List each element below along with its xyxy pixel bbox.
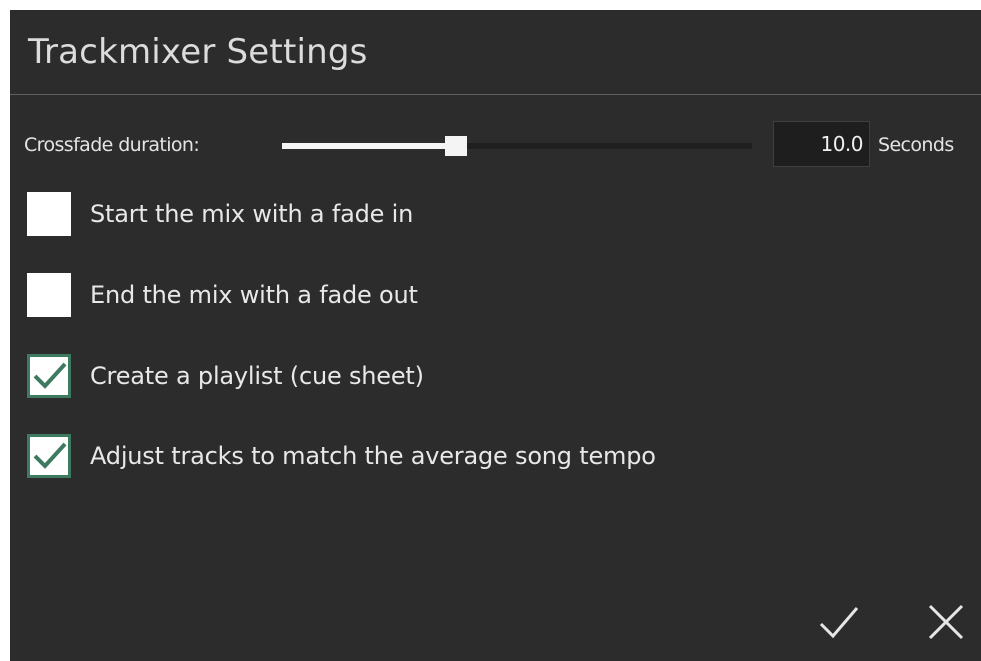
fade-out-label: End the mix with a fade out bbox=[90, 281, 418, 309]
option-create-playlist[interactable]: Create a playlist (cue sheet) bbox=[27, 354, 424, 398]
adjust-tempo-label: Adjust tracks to match the average song … bbox=[90, 442, 656, 470]
check-mark-icon bbox=[33, 442, 67, 469]
fade-in-checkbox[interactable] bbox=[27, 192, 71, 236]
title-divider bbox=[10, 94, 981, 95]
cancel-button[interactable] bbox=[922, 598, 970, 646]
close-icon bbox=[928, 604, 964, 640]
confirm-button[interactable] bbox=[815, 598, 863, 646]
option-adjust-tempo[interactable]: Adjust tracks to match the average song … bbox=[27, 434, 656, 478]
crossfade-slider[interactable] bbox=[282, 132, 752, 160]
check-mark-icon bbox=[33, 362, 67, 389]
fade-out-checkbox[interactable] bbox=[27, 273, 71, 317]
slider-fill bbox=[282, 143, 451, 149]
create-playlist-checkbox[interactable] bbox=[27, 354, 71, 398]
fade-in-label: Start the mix with a fade in bbox=[90, 200, 414, 228]
create-playlist-label: Create a playlist (cue sheet) bbox=[90, 362, 424, 390]
option-fade-out[interactable]: End the mix with a fade out bbox=[27, 273, 418, 317]
crossfade-value-input[interactable]: 10.0 bbox=[773, 121, 870, 167]
adjust-tempo-checkbox[interactable] bbox=[27, 434, 71, 478]
checkmark-icon bbox=[819, 607, 859, 639]
crossfade-duration-label: Crossfade duration: bbox=[24, 134, 200, 156]
crossfade-units-label: Seconds bbox=[878, 134, 954, 156]
trackmixer-settings-dialog: Trackmixer Settings Crossfade duration: … bbox=[10, 10, 981, 661]
slider-thumb[interactable] bbox=[445, 136, 467, 156]
option-fade-in[interactable]: Start the mix with a fade in bbox=[27, 192, 413, 236]
dialog-title: Trackmixer Settings bbox=[28, 32, 368, 72]
